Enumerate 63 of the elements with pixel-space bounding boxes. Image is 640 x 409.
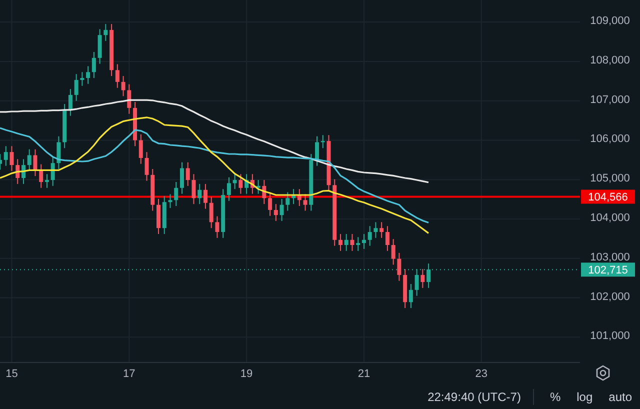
- candle: [104, 24, 108, 42]
- candle: [280, 198, 284, 222]
- scale-button[interactable]: auto: [604, 389, 636, 405]
- candle: [209, 196, 214, 229]
- candle: [10, 146, 14, 172]
- axis-label: 106,000: [590, 133, 630, 146]
- candle: [232, 174, 237, 190]
- candle: [262, 180, 266, 205]
- candle: [127, 84, 132, 114]
- candle: [426, 263, 431, 288]
- candle: [144, 152, 149, 182]
- axis-label: 104,000: [590, 212, 630, 224]
- candle: [192, 174, 196, 205]
- candle: [368, 226, 372, 246]
- candle: [33, 148, 38, 177]
- candle: [4, 146, 8, 166]
- candle: [56, 136, 61, 170]
- candle: [414, 268, 419, 296]
- axis-label: 23: [475, 368, 488, 380]
- candle: [162, 196, 166, 234]
- settings-icon[interactable]: [596, 365, 610, 381]
- candle: [80, 72, 84, 86]
- candle: [320, 134, 325, 149]
- candle: [27, 148, 32, 172]
- scale-button[interactable]: log: [572, 389, 597, 405]
- price-label: 102,715: [581, 262, 635, 277]
- candle: [315, 136, 319, 166]
- price-level-line[interactable]: [0, 196, 580, 198]
- candle: [50, 156, 55, 186]
- scale-button[interactable]: %: [546, 389, 565, 405]
- time-label: 22:49:40 (UTC-7): [428, 389, 521, 406]
- candle: [326, 134, 331, 192]
- axis-label: 19: [240, 368, 253, 380]
- axis-label: 103,000: [590, 251, 630, 264]
- axis-label: 107,000: [590, 94, 630, 106]
- candle: [350, 233, 354, 252]
- candle: [420, 268, 425, 288]
- candle: [344, 233, 348, 252]
- axis-label: 21: [358, 368, 370, 380]
- axis-label: 15: [6, 368, 18, 380]
- candle: [391, 238, 396, 266]
- candle: [238, 174, 243, 194]
- candle: [121, 76, 126, 97]
- candle: [309, 154, 314, 212]
- price-label: 104,566: [581, 190, 635, 204]
- candle: [286, 192, 290, 212]
- candle: [98, 28, 102, 64]
- axis-label: 17: [123, 368, 136, 380]
- candle: [374, 222, 378, 238]
- axis-label: 108,000: [590, 54, 630, 66]
- candle: [303, 194, 308, 212]
- axis-label: 105,000: [590, 172, 630, 185]
- axis-label: 101,000: [590, 330, 630, 342]
- candle: [397, 252, 402, 282]
- candle: [215, 216, 220, 238]
- candle: [156, 198, 160, 234]
- candle: [256, 180, 260, 194]
- candle: [168, 194, 172, 208]
- axis-label: 109,000: [590, 15, 630, 28]
- candle: [186, 162, 190, 186]
- axis-label: 102,000: [590, 290, 630, 303]
- candle: [150, 168, 155, 212]
- candle: [74, 74, 78, 102]
